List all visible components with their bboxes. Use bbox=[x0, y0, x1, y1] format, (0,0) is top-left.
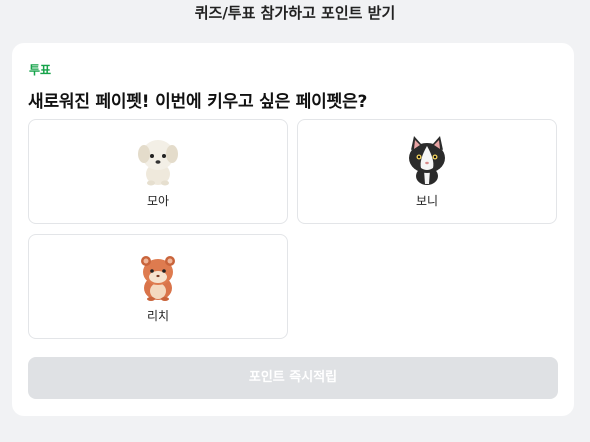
vote-option-moa[interactable]: 모아 bbox=[28, 119, 288, 224]
earn-points-button[interactable]: 포인트 즉시적립 bbox=[28, 357, 558, 399]
vote-question: 새로워진 페이펫! 이번에 키우고 싶은 페이펫은? bbox=[28, 92, 368, 112]
vote-option-boni[interactable]: 보니 bbox=[297, 119, 557, 224]
page-title: 퀴즈/투표 참가하고 포인트 받기 bbox=[194, 4, 396, 22]
vote-option-label: 보니 bbox=[415, 194, 439, 208]
orange-hamster-icon bbox=[141, 256, 175, 301]
vote-card: 투표 새로워진 페이펫! 이번에 키우고 싶은 페이펫은? 모아 보니 리치 포… bbox=[12, 43, 574, 416]
vote-option-label: 리치 bbox=[146, 309, 170, 323]
vote-tag: 투표 bbox=[29, 63, 52, 77]
white-puppy-icon bbox=[138, 140, 178, 186]
vote-option-label: 모아 bbox=[146, 194, 170, 208]
vote-option-rich[interactable]: 리치 bbox=[28, 234, 288, 339]
tuxedo-cat-icon bbox=[409, 136, 445, 185]
